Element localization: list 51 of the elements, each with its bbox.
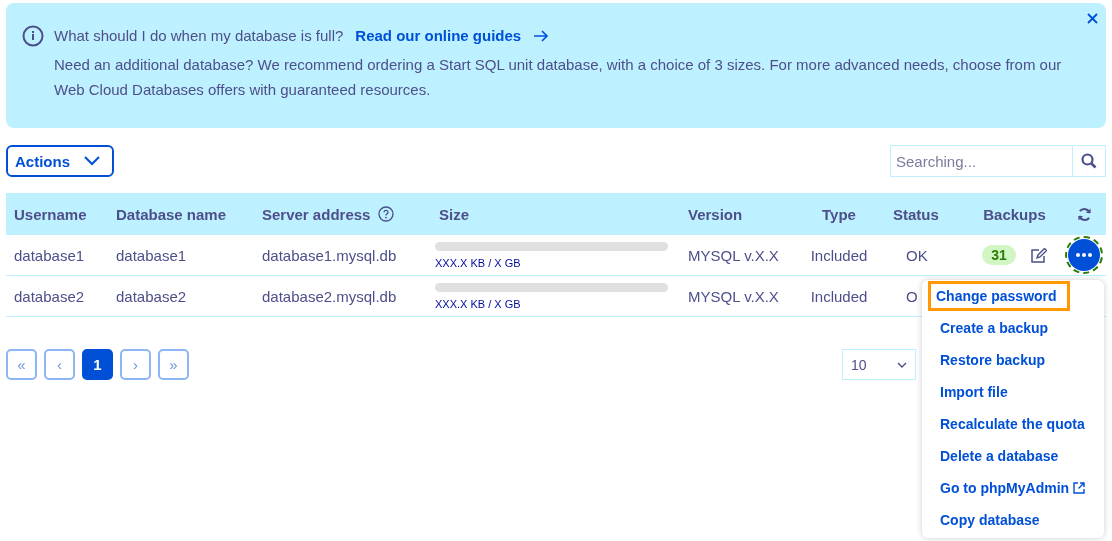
column-header: Size	[439, 205, 469, 223]
menu-item[interactable]: Import file	[924, 376, 1021, 408]
help-icon	[378, 206, 395, 222]
refresh-icon[interactable]	[1076, 206, 1092, 222]
menu-item[interactable]: Delete a database	[924, 440, 1072, 472]
info-icon	[22, 25, 44, 47]
column-header: Server address	[262, 205, 371, 223]
menu-item[interactable]: Create a backup	[924, 312, 1062, 344]
chevron-down-icon	[84, 156, 100, 166]
menu-item[interactable]: Go to phpMyAdmin	[924, 472, 1099, 504]
menu-item[interactable]: Recalculate the quota	[924, 408, 1098, 440]
more-icon	[1076, 253, 1092, 257]
status-text: O	[906, 287, 918, 305]
menu-item[interactable]: Copy database	[924, 504, 1053, 536]
banner-question: What should I do when my database is full?	[54, 27, 344, 44]
page-size-select[interactable]: 10	[842, 349, 916, 380]
external-link-icon	[1073, 482, 1086, 494]
table-cell-text: database1.mysql.db	[261, 246, 398, 264]
column-header: Type	[822, 205, 856, 223]
page-button[interactable]: 1	[82, 349, 113, 380]
size-reading: XXX.X KB / X GB	[435, 256, 522, 269]
menu-item[interactable]: Restore backup	[924, 344, 1059, 376]
column-header: Status	[893, 205, 939, 223]
search-icon	[1081, 153, 1097, 169]
column-header: Username	[14, 205, 87, 223]
column-header: Database name	[116, 205, 227, 223]
table-cell-text: Included	[809, 287, 869, 305]
table-cell-text: database2	[13, 287, 86, 305]
arrow-right-icon	[533, 29, 550, 42]
search-button[interactable]	[1073, 145, 1106, 177]
table-cell-text: database1	[13, 246, 86, 264]
banner-text: Need an additional database? We recommend ordering a Start SQL unit database, with a choice of 3 sizes. For more advanced needs, choose from our Web Cloud Databases offers with guaranteed resources.	[54, 55, 1063, 100]
size-reading: XXX.X KB / X GB	[435, 297, 522, 310]
edit-icon[interactable]	[1029, 247, 1047, 263]
table-cell-text: MYSQL v.X.X	[687, 287, 780, 305]
menu-item[interactable]: Change password	[928, 281, 1070, 311]
table-cell-text: database1	[115, 246, 188, 264]
column-header: Version	[688, 205, 743, 223]
chevron-down-icon	[897, 361, 907, 368]
close-icon[interactable]	[1087, 13, 1098, 24]
table-cell-text: Included	[809, 246, 869, 264]
guides-link[interactable]: Read our online guides	[355, 27, 550, 44]
search-field[interactable]: Searching...	[890, 145, 1073, 177]
table-cell-text: database2	[115, 287, 188, 305]
table-cell-text: MYSQL v.X.X	[687, 246, 780, 264]
actions-button[interactable]: Actions	[6, 145, 114, 177]
backup-count-badge: 31	[982, 245, 1016, 265]
status-text: OK	[906, 246, 928, 264]
column-header: Backups	[983, 205, 1046, 223]
table-cell-text: database2.mysql.db	[261, 287, 398, 305]
more-button[interactable]	[1068, 239, 1100, 271]
